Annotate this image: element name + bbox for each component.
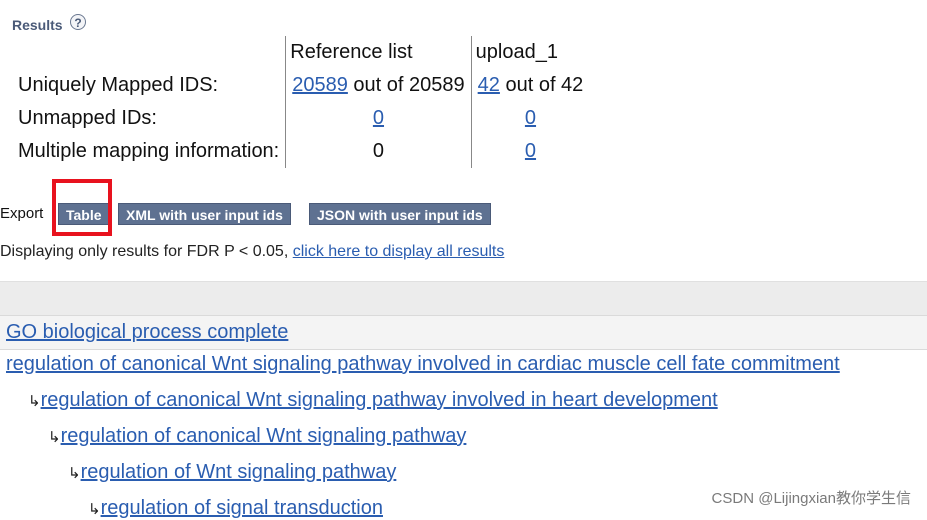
tree-item-level-0: regulation of canonical Wnt signaling pa… bbox=[6, 353, 840, 376]
watermark: CSDN @Lijingxian教你学生信 bbox=[711, 490, 911, 507]
export-json-button[interactable]: JSON with user input ids bbox=[309, 203, 491, 225]
reference-unmapped-cell: 0 bbox=[285, 102, 472, 135]
go-term-link[interactable]: regulation of Wnt signaling pathway bbox=[81, 461, 397, 483]
tree-item-level-1: ↳regulation of canonical Wnt signaling p… bbox=[28, 389, 718, 412]
table-row: Unmapped IDs: 0 0 bbox=[12, 102, 590, 135]
reference-mapped-suffix: out of 20589 bbox=[347, 74, 465, 96]
results-title: Results bbox=[12, 17, 63, 33]
tree-item-level-3: ↳regulation of Wnt signaling pathway bbox=[68, 461, 396, 484]
upload-mapped-link[interactable]: 42 bbox=[478, 74, 500, 96]
child-arrow-icon: ↳ bbox=[48, 429, 61, 446]
results-summary-table: Reference list upload_1 Uniquely Mapped … bbox=[12, 36, 590, 168]
go-biological-process-link[interactable]: GO biological process complete bbox=[6, 321, 288, 344]
go-term-link[interactable]: regulation of canonical Wnt signaling pa… bbox=[61, 425, 467, 447]
export-xml-button[interactable]: XML with user input ids bbox=[118, 203, 291, 225]
row-label: Uniquely Mapped IDS: bbox=[18, 74, 219, 96]
fdr-notice: Displaying only results for FDR P < 0.05… bbox=[0, 243, 504, 261]
upload-mapped-suffix: out of 42 bbox=[499, 74, 584, 96]
display-all-results-link[interactable]: click here to display all results bbox=[293, 243, 505, 260]
reference-unmapped-link[interactable]: 0 bbox=[373, 107, 384, 129]
go-category-row: GO biological process complete bbox=[0, 315, 927, 350]
fdr-text: Displaying only results for FDR P < 0.05… bbox=[0, 243, 293, 260]
row-label: Unmapped IDs: bbox=[18, 107, 157, 129]
upload-multiple-cell: 0 bbox=[470, 135, 590, 168]
child-arrow-icon: ↳ bbox=[28, 393, 41, 410]
highlight-annotation-box bbox=[52, 179, 112, 236]
tree-item-level-2: ↳regulation of canonical Wnt signaling p… bbox=[48, 425, 466, 448]
upload-count-cell: 42 out of 42 bbox=[470, 69, 590, 102]
header-reference-list: Reference list bbox=[285, 36, 472, 69]
results-header-bar bbox=[0, 281, 927, 315]
go-term-link[interactable]: regulation of canonical Wnt signaling pa… bbox=[6, 353, 840, 375]
row-label: Multiple mapping information: bbox=[18, 140, 280, 162]
upload-unmapped-cell: 0 bbox=[470, 102, 590, 135]
export-label: Export bbox=[0, 205, 44, 222]
reference-count-cell: 20589 out of 20589 bbox=[285, 69, 472, 102]
table-header-row: Reference list upload_1 bbox=[12, 36, 590, 69]
go-term-link[interactable]: regulation of canonical Wnt signaling pa… bbox=[41, 389, 718, 411]
header-empty bbox=[12, 36, 286, 69]
question-mark-icon[interactable]: ? bbox=[70, 14, 86, 30]
reference-mapped-link[interactable]: 20589 bbox=[292, 74, 348, 96]
upload-multiple-link[interactable]: 0 bbox=[525, 140, 536, 162]
reference-multiple-cell: 0 bbox=[285, 135, 472, 168]
table-row: Uniquely Mapped IDS: 20589 out of 20589 … bbox=[12, 69, 590, 102]
header-upload: upload_1 bbox=[470, 36, 590, 69]
child-arrow-icon: ↳ bbox=[88, 501, 101, 518]
tree-item-level-4: ↳regulation of signal transduction bbox=[88, 497, 383, 520]
table-row: Multiple mapping information: 0 0 bbox=[12, 135, 590, 168]
child-arrow-icon: ↳ bbox=[68, 465, 81, 482]
upload-unmapped-link[interactable]: 0 bbox=[525, 107, 536, 129]
